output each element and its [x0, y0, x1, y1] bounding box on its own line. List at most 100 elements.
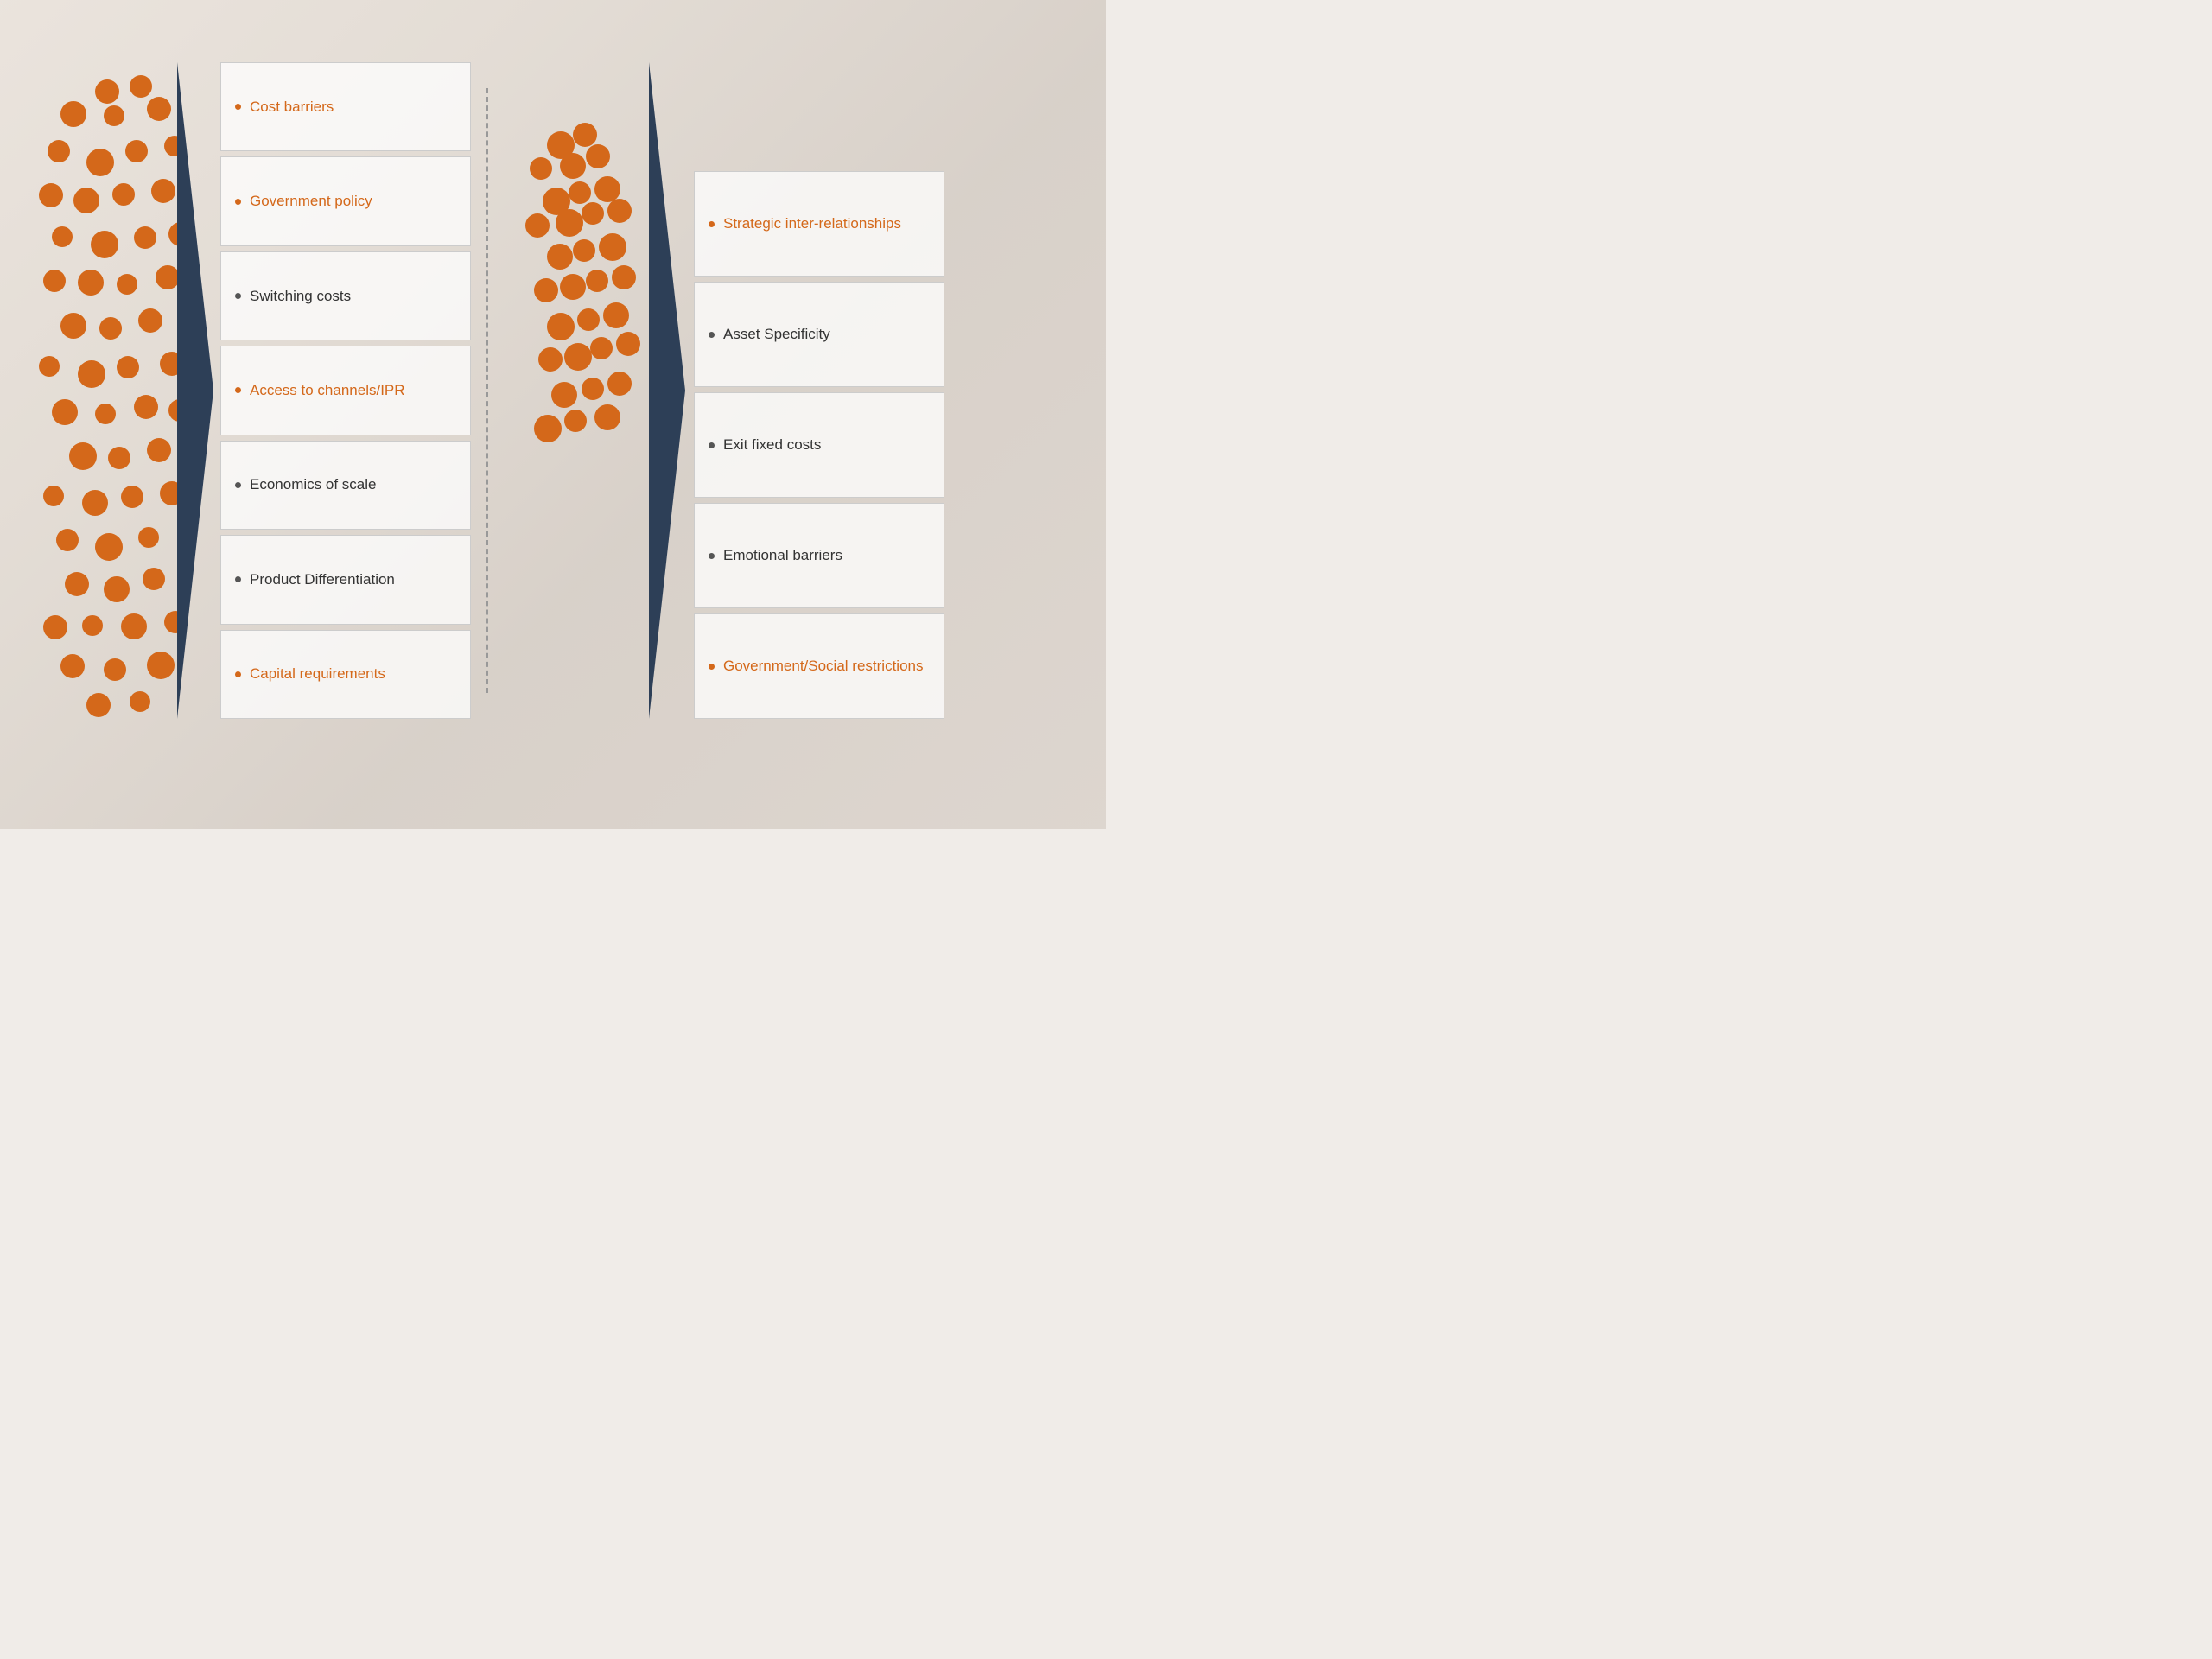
market-dot: [534, 278, 558, 302]
entrant-dot: [78, 360, 105, 388]
entrant-dot: [91, 231, 118, 258]
barrier-label: Product Differentiation: [250, 571, 395, 588]
market-dot: [525, 213, 550, 238]
entrant-dot: [86, 149, 114, 176]
entrant-dot: [117, 356, 139, 378]
barrier-label: Access to channels/IPR: [250, 382, 405, 399]
barrier-label: Economics of scale: [250, 476, 376, 493]
entrant-dot: [134, 395, 158, 419]
entrant-dot: [65, 572, 89, 596]
market-dot: [607, 372, 632, 396]
exit-item: Asset Specificity: [694, 282, 944, 387]
entrant-dot: [48, 140, 70, 162]
entrant-dot: [104, 576, 130, 602]
market-dot: [573, 123, 597, 147]
market-dot: [586, 144, 610, 168]
entrant-dot: [104, 658, 126, 681]
barrier-label: Switching costs: [250, 288, 351, 305]
bullet-icon: [235, 199, 241, 205]
barrier-item: Capital requirements: [220, 630, 471, 719]
entrant-dot: [86, 693, 111, 717]
market-dot: [599, 233, 626, 261]
entrant-dot: [73, 188, 99, 213]
entrant-dot: [130, 75, 152, 98]
market-dot: [573, 239, 595, 262]
barrier-item: Cost barriers: [220, 62, 471, 151]
exit-item: Strategic inter-relationships: [694, 171, 944, 276]
entrant-dot: [39, 183, 63, 207]
market-dot: [582, 202, 604, 225]
entrant-dot: [147, 652, 175, 679]
market-dot: [547, 313, 575, 340]
bullet-icon: [709, 221, 715, 227]
market-dot: [530, 157, 552, 180]
market-dot: [603, 302, 629, 328]
exit-label: Exit fixed costs: [723, 436, 821, 454]
page-content: Cost barriersGovernment policySwitching …: [0, 0, 1106, 830]
market-area: [504, 62, 642, 719]
entrant-dot: [125, 140, 148, 162]
exit-item: Exit fixed costs: [694, 392, 944, 498]
bullet-icon: [709, 332, 715, 338]
main-layout: Cost barriersGovernment policySwitching …: [35, 62, 1071, 719]
barrier-item: Product Differentiation: [220, 535, 471, 624]
bullet-icon: [235, 576, 241, 582]
market-dot: [534, 415, 562, 442]
entrants-area: [35, 62, 177, 719]
entrant-dot: [43, 615, 67, 639]
exit-arrow-shape: [649, 62, 685, 719]
bullet-icon: [235, 387, 241, 393]
entrant-dot: [147, 438, 171, 462]
market-dot: [569, 181, 591, 204]
entrant-dot: [60, 101, 86, 127]
entrant-dot: [95, 79, 119, 104]
exit-label: Government/Social restrictions: [723, 658, 923, 675]
entrant-dot: [112, 183, 135, 206]
bullet-icon: [235, 293, 241, 299]
entrant-dot: [151, 179, 175, 203]
market-dot: [616, 332, 640, 356]
entrant-dot: [52, 226, 73, 247]
entrant-dot: [60, 313, 86, 339]
barrier-item: Switching costs: [220, 251, 471, 340]
entrant-dot: [143, 568, 165, 590]
bullet-icon: [235, 482, 241, 488]
market-dot: [577, 308, 600, 331]
market-dot: [560, 153, 586, 179]
market-dot: [586, 270, 608, 292]
market-dot: [538, 347, 563, 372]
entrant-dot: [95, 533, 123, 561]
entrant-dot: [108, 447, 130, 469]
entrant-dot: [138, 308, 162, 333]
barrier-label: Cost barriers: [250, 99, 334, 116]
market-dot: [594, 404, 620, 430]
entrant-dot: [121, 613, 147, 639]
bullet-icon: [235, 671, 241, 677]
exit-label: Emotional barriers: [723, 547, 842, 564]
market-dot: [547, 244, 573, 270]
market-dot: [612, 265, 636, 289]
entrant-dot: [39, 356, 60, 377]
entrant-dot: [56, 529, 79, 551]
exit-arrow: [649, 62, 685, 719]
market-dot: [556, 209, 583, 237]
market-dot: [582, 378, 604, 400]
entry-arrow: [177, 62, 213, 719]
entrant-dot: [117, 274, 137, 295]
entrant-dot: [121, 486, 143, 508]
barrier-label: Capital requirements: [250, 665, 385, 683]
market-dot: [607, 199, 632, 223]
exit-label: Asset Specificity: [723, 326, 830, 343]
exit-list: Strategic inter-relationships Asset Speci…: [694, 62, 944, 719]
market-dot: [560, 274, 586, 300]
market-dot: [551, 382, 577, 408]
entrant-dot: [156, 265, 180, 289]
market-dot: [590, 337, 613, 359]
exit-spacer: [694, 62, 944, 166]
barrier-item: Access to channels/IPR: [220, 346, 471, 435]
entrant-dot: [69, 442, 97, 470]
entrant-dot: [82, 490, 108, 516]
exit-item: Emotional barriers: [694, 503, 944, 608]
bullet-icon: [709, 553, 715, 559]
entry-arrow-shape: [177, 62, 213, 719]
